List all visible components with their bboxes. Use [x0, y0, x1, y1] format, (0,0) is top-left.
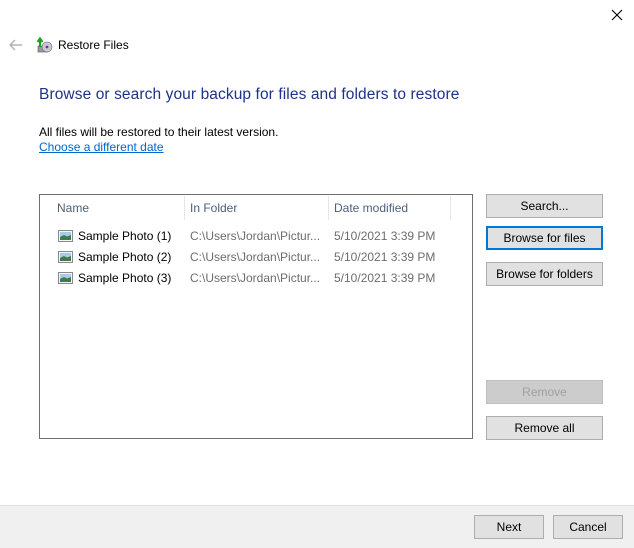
back-button[interactable]	[6, 36, 26, 54]
file-folder: C:\Users\Jordan\Pictur...	[190, 229, 321, 243]
column-header-folder[interactable]: In Folder	[184, 195, 328, 221]
search-button[interactable]: Search...	[486, 194, 603, 218]
file-row[interactable]: Sample Photo (2) C:\Users\Jordan\Pictur.…	[40, 247, 472, 268]
file-row[interactable]: Sample Photo (3) C:\Users\Jordan\Pictur.…	[40, 268, 472, 289]
file-list[interactable]: Name In Folder Date modified Sample Phot…	[39, 194, 473, 439]
file-row[interactable]: Sample Photo (1) C:\Users\Jordan\Pictur.…	[40, 226, 472, 247]
back-arrow-icon	[9, 39, 22, 51]
close-button[interactable]	[600, 0, 634, 30]
column-header-date[interactable]: Date modified	[328, 195, 450, 221]
browse-folders-button[interactable]: Browse for folders	[486, 262, 603, 286]
remove-button[interactable]: Remove	[486, 380, 603, 404]
close-icon	[611, 9, 623, 21]
restore-files-icon	[36, 36, 53, 53]
browse-files-button[interactable]: Browse for files	[486, 226, 603, 250]
cancel-button[interactable]: Cancel	[553, 515, 623, 539]
window-title: Restore Files	[58, 38, 129, 52]
next-button[interactable]: Next	[474, 515, 544, 539]
column-header-name[interactable]: Name	[51, 195, 185, 221]
remove-all-button[interactable]: Remove all	[486, 416, 603, 440]
file-name: Sample Photo (2)	[78, 250, 172, 264]
choose-date-link[interactable]: Choose a different date	[39, 140, 164, 154]
file-date: 5/10/2021 3:39 PM	[334, 229, 436, 243]
page-heading: Browse or search your backup for files a…	[39, 86, 460, 103]
column-divider[interactable]	[450, 196, 451, 220]
file-folder: C:\Users\Jordan\Pictur...	[190, 250, 321, 264]
file-name: Sample Photo (3)	[78, 271, 172, 285]
image-file-icon	[58, 272, 73, 284]
restore-version-info: All files will be restored to their late…	[39, 125, 279, 139]
file-folder: C:\Users\Jordan\Pictur...	[190, 271, 321, 285]
image-file-icon	[58, 230, 73, 242]
file-date: 5/10/2021 3:39 PM	[334, 250, 436, 264]
image-file-icon	[58, 251, 73, 263]
file-name: Sample Photo (1)	[78, 229, 172, 243]
file-date: 5/10/2021 3:39 PM	[334, 271, 436, 285]
